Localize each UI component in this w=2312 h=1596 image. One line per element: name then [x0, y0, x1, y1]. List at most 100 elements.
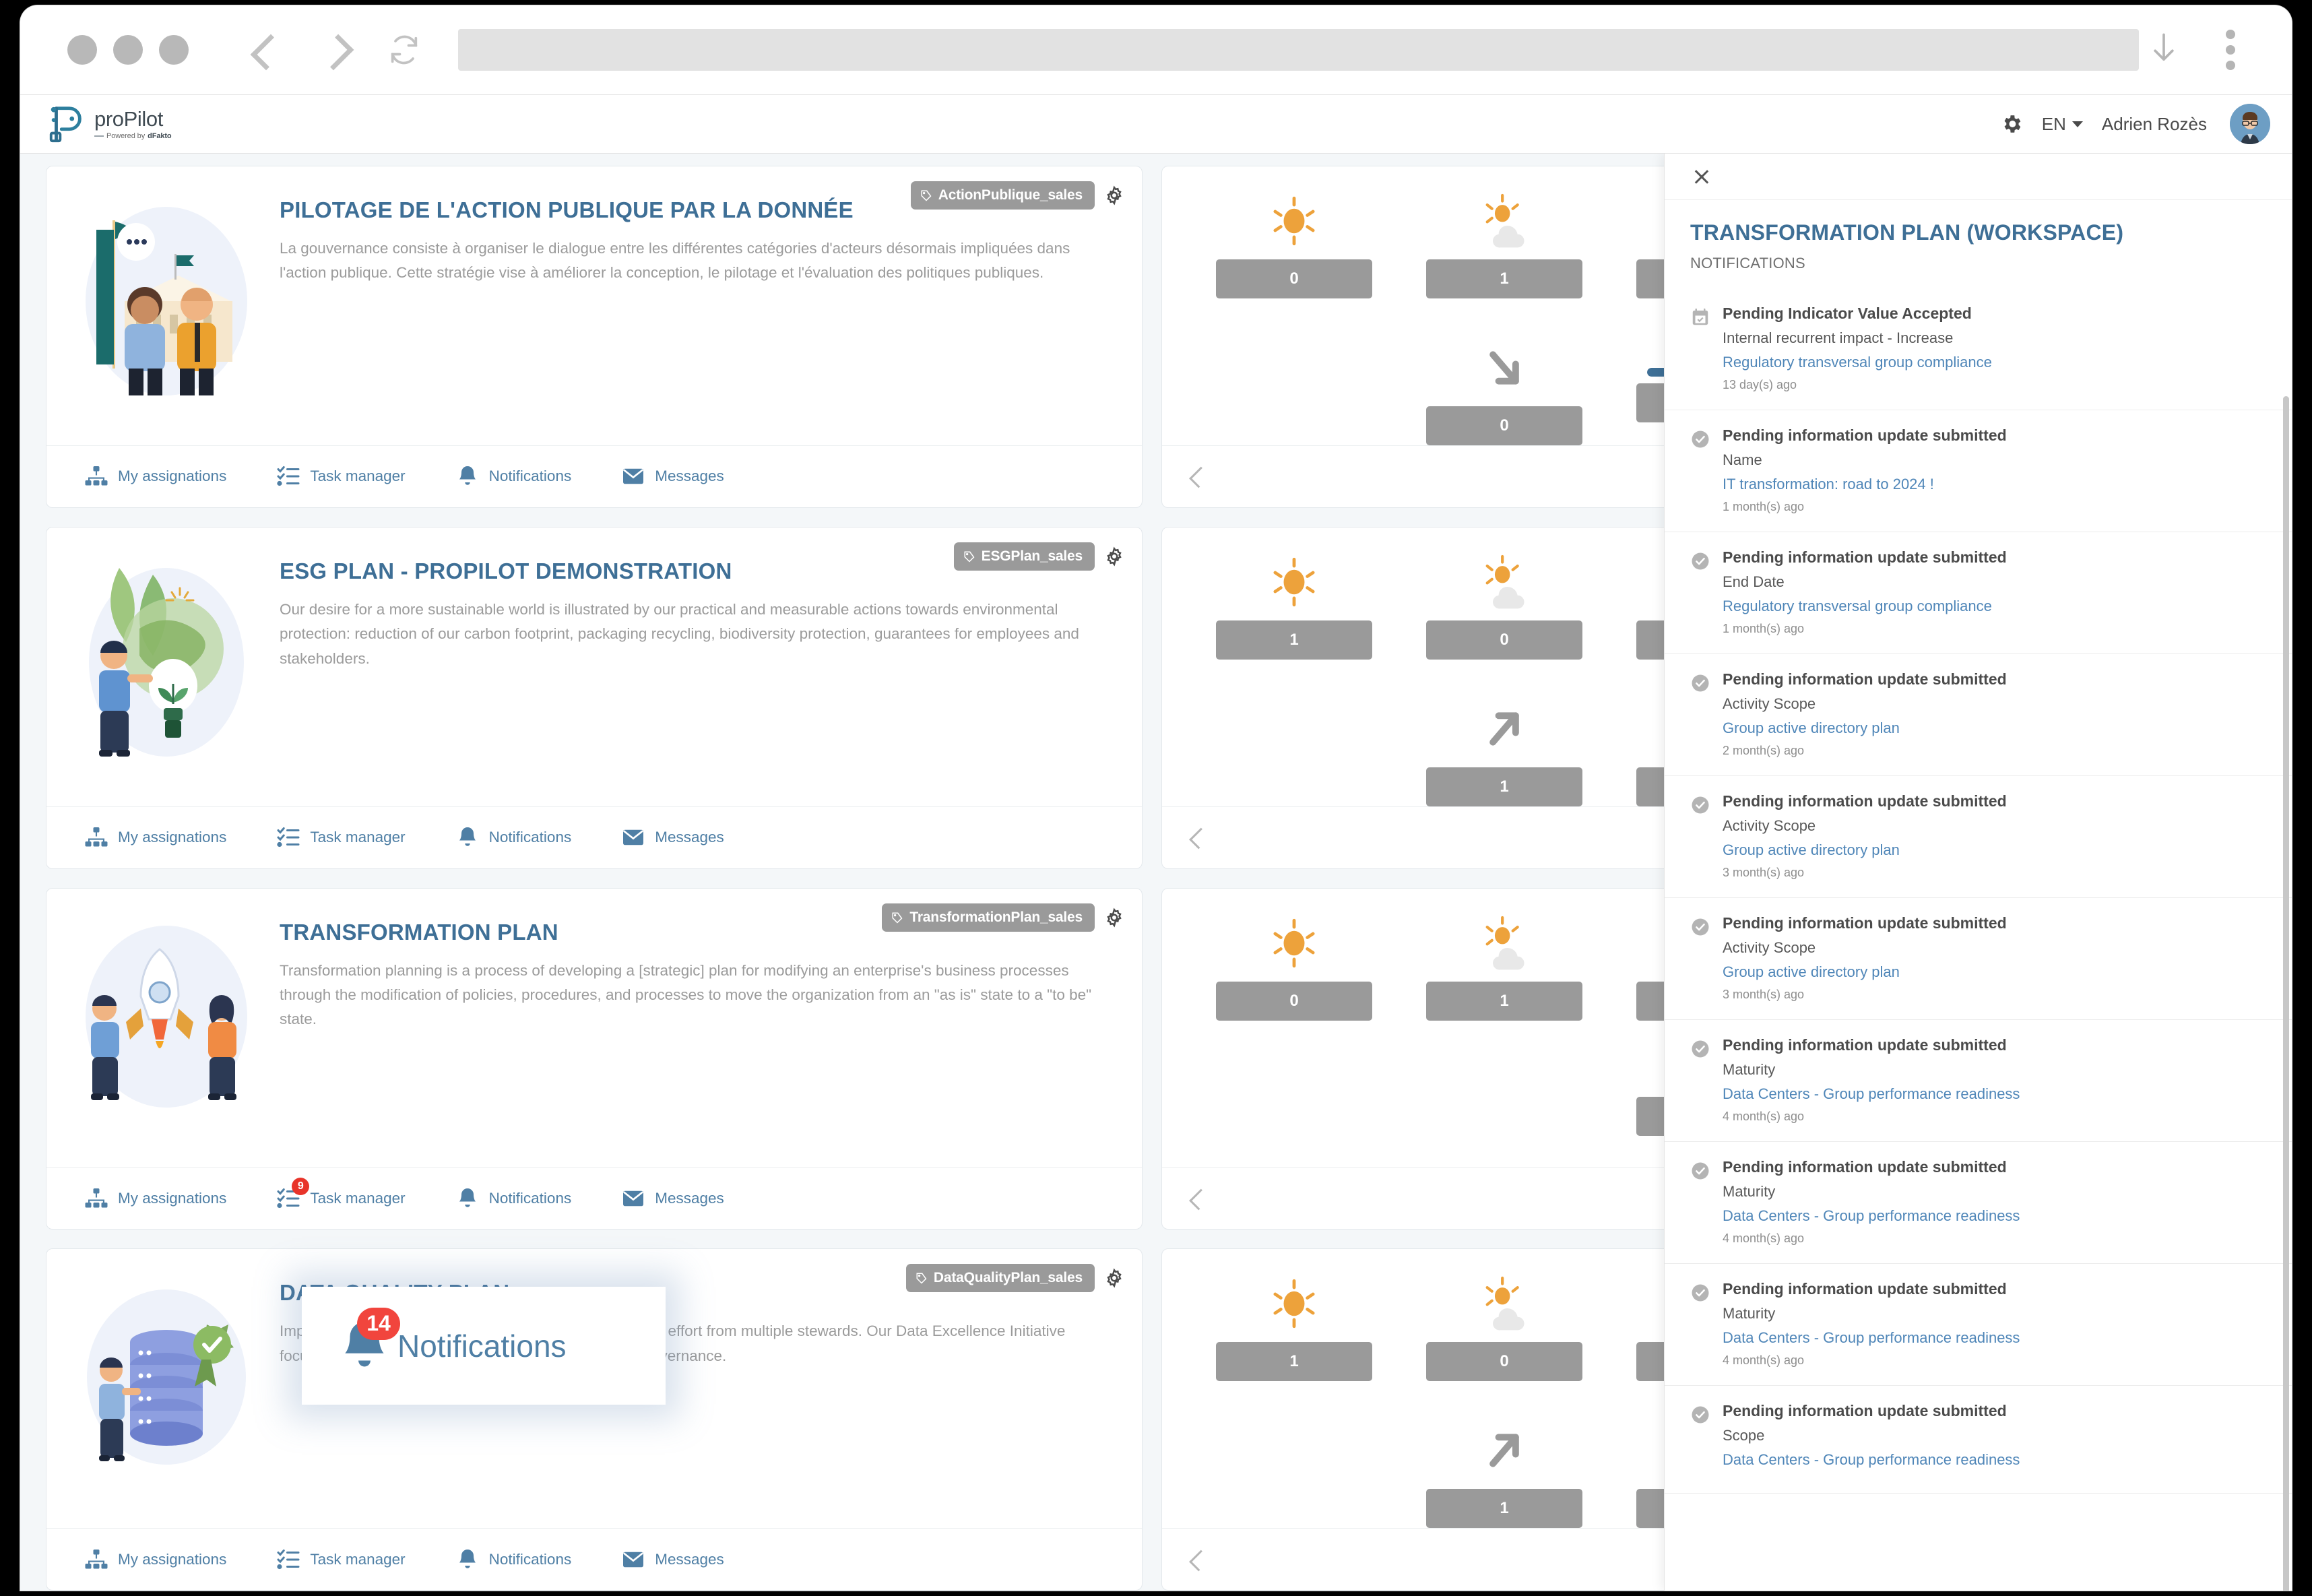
- reload-icon[interactable]: [387, 32, 422, 67]
- logo-subtitle: Powered by dFakto: [94, 132, 172, 140]
- notification-time: 1 month(s) ago: [1723, 500, 1805, 513]
- logo-dash: [94, 135, 104, 137]
- footer-action-task-manager[interactable]: Task manager: [276, 464, 406, 488]
- footer-action-notifications[interactable]: Notifications: [455, 825, 571, 850]
- notification-item[interactable]: Pending information update submitted Act…: [1665, 776, 2292, 898]
- plan-tag-label: ActionPublique_sales: [938, 187, 1083, 203]
- plan-tag-chip[interactable]: TransformationPlan_sales: [882, 903, 1095, 932]
- back-icon[interactable]: [249, 34, 280, 65]
- notification-heading: Pending information update submitted: [1723, 1402, 2007, 1419]
- plan-card[interactable]: TransformationPlan_sales TRANSFORMATION …: [46, 887, 1143, 1230]
- gear-icon[interactable]: [2000, 113, 2023, 135]
- avatar[interactable]: [2230, 104, 2270, 144]
- kebab-menu-icon[interactable]: [2226, 30, 2235, 70]
- plan-description: Our desire for a more sustainable world …: [280, 600, 1079, 667]
- window-minimize-dot[interactable]: [113, 35, 143, 65]
- notifications-scrollbar[interactable]: [2283, 396, 2289, 1591]
- notification-item[interactable]: Pending information update submitted End…: [1665, 532, 2292, 654]
- footer-action-my-assignations[interactable]: My assignations: [84, 464, 226, 488]
- carousel-prev-icon[interactable]: [1185, 1187, 1208, 1210]
- notifications-zoom-tooltip: 14 Notifications: [302, 1287, 666, 1405]
- plan-tag-chip[interactable]: ActionPublique_sales: [910, 181, 1095, 210]
- plan-settings-gear-icon[interactable]: [1104, 1268, 1124, 1288]
- notification-heading: Pending Indicator Value Accepted: [1723, 305, 1972, 322]
- bell-icon: [455, 825, 480, 850]
- notification-item[interactable]: Pending Indicator Value Accepted Interna…: [1665, 288, 2292, 410]
- notification-link[interactable]: Regulatory transversal group compliance: [1723, 354, 2266, 371]
- plan-settings-gear-icon[interactable]: [1104, 185, 1124, 205]
- kpi-cell: 0: [1399, 1272, 1609, 1382]
- kpi-cell: 1: [1189, 550, 1399, 660]
- notification-item[interactable]: Pending information update submitted Nam…: [1665, 410, 2292, 532]
- footer-action-notifications[interactable]: Notifications: [455, 1547, 571, 1572]
- notification-item[interactable]: Pending information update submitted Mat…: [1665, 1264, 2292, 1386]
- carousel-prev-icon[interactable]: [1185, 826, 1208, 849]
- kpi-cell-empty: [1189, 336, 1399, 445]
- forward-icon[interactable]: [321, 34, 352, 65]
- notification-item[interactable]: Pending information update submitted Sco…: [1665, 1386, 2292, 1494]
- bell-icon: [455, 464, 480, 488]
- checklist-icon: 9: [276, 1177, 310, 1211]
- checklist-icon: [276, 1547, 300, 1572]
- notification-link[interactable]: Group active directory plan: [1723, 720, 2266, 737]
- notification-field: Internal recurrent impact - Increase: [1723, 329, 1954, 346]
- calendar-check-icon: [1690, 307, 1710, 327]
- footer-action-task-manager[interactable]: Task manager: [276, 825, 406, 850]
- notification-link[interactable]: Regulatory transversal group compliance: [1723, 598, 2266, 615]
- carousel-prev-icon[interactable]: [1185, 465, 1208, 488]
- notification-field: Activity Scope: [1723, 817, 1816, 834]
- footer-action-messages[interactable]: Messages: [621, 464, 724, 488]
- notification-link[interactable]: Data Centers - Group performance readine…: [1723, 1329, 2266, 1347]
- notification-link[interactable]: Group active directory plan: [1723, 963, 2266, 981]
- plan-settings-gear-icon[interactable]: [1104, 907, 1124, 928]
- window-maximize-dot[interactable]: [159, 35, 189, 65]
- notifications-scroll-area[interactable]: Pending Indicator Value Accepted Interna…: [1665, 288, 2292, 1591]
- kpi-cell: 0: [1399, 336, 1609, 445]
- notifications-panel-subtitle: NOTIFICATIONS: [1690, 255, 1805, 272]
- footer-action-notifications[interactable]: Notifications: [455, 464, 571, 488]
- notification-link[interactable]: Data Centers - Group performance readine…: [1723, 1085, 2266, 1103]
- logo-powered-by-text: Powered by: [106, 132, 146, 140]
- footer-action-messages[interactable]: Messages: [621, 825, 724, 850]
- footer-action-task-manager[interactable]: 9 Task manager: [276, 1177, 406, 1211]
- kpi-cell: 0: [1189, 912, 1399, 1021]
- notification-field: Activity Scope: [1723, 695, 1816, 712]
- footer-action-my-assignations[interactable]: My assignations: [84, 825, 226, 850]
- notification-link[interactable]: Data Centers - Group performance readine…: [1723, 1451, 2266, 1469]
- kpi-value-pill: 1: [1426, 981, 1582, 1021]
- kpi-cell-empty: [1399, 1058, 1609, 1136]
- window-close-dot[interactable]: [67, 35, 97, 65]
- notification-item[interactable]: Pending information update submitted Act…: [1665, 898, 2292, 1020]
- check-circle-icon: [1690, 551, 1710, 571]
- tag-icon: [892, 912, 903, 924]
- download-arrow-icon[interactable]: [2149, 31, 2179, 69]
- footer-action-my-assignations[interactable]: My assignations: [84, 1186, 226, 1211]
- tag-icon: [964, 551, 975, 563]
- address-bar[interactable]: [458, 29, 2139, 71]
- notification-item[interactable]: Pending information update submitted Mat…: [1665, 1142, 2292, 1264]
- plan-card[interactable]: ESGPlan_sales ESG PLAN - PROPILOT DEMONS…: [46, 526, 1143, 869]
- notification-item[interactable]: Pending information update submitted Act…: [1665, 654, 2292, 776]
- language-selector[interactable]: EN: [2042, 114, 2083, 135]
- notification-item[interactable]: Pending information update submitted Mat…: [1665, 1020, 2292, 1142]
- close-icon[interactable]: [1690, 165, 1713, 188]
- app-logo[interactable]: proPilot Powered by dFakto: [46, 103, 172, 145]
- notification-link[interactable]: Group active directory plan: [1723, 841, 2266, 859]
- footer-action-my-assignations[interactable]: My assignations: [84, 1547, 226, 1572]
- notification-link[interactable]: Data Centers - Group performance readine…: [1723, 1207, 2266, 1225]
- notification-field: Maturity: [1723, 1061, 1776, 1078]
- footer-action-messages[interactable]: Messages: [621, 1547, 724, 1572]
- plan-tag-chip[interactable]: ESGPlan_sales: [953, 542, 1095, 571]
- chevron-down-icon: [2072, 121, 2083, 127]
- plan-settings-gear-icon[interactable]: [1104, 546, 1124, 567]
- footer-action-messages[interactable]: Messages: [621, 1186, 724, 1211]
- kpi-cell-empty: [1189, 1419, 1399, 1528]
- notification-link[interactable]: IT transformation: road to 2024 !: [1723, 476, 2266, 493]
- footer-action-task-manager[interactable]: Task manager: [276, 1547, 406, 1572]
- arrow-up-right-icon: [1474, 1419, 1535, 1482]
- notifications-badge-count: 14: [357, 1307, 400, 1340]
- plan-card[interactable]: ActionPublique_sales PILOTAGE DE L'ACTIO…: [46, 166, 1143, 508]
- carousel-prev-icon[interactable]: [1185, 1548, 1208, 1571]
- plan-tag-chip[interactable]: DataQualityPlan_sales: [905, 1264, 1095, 1293]
- footer-action-notifications[interactable]: Notifications: [455, 1186, 571, 1211]
